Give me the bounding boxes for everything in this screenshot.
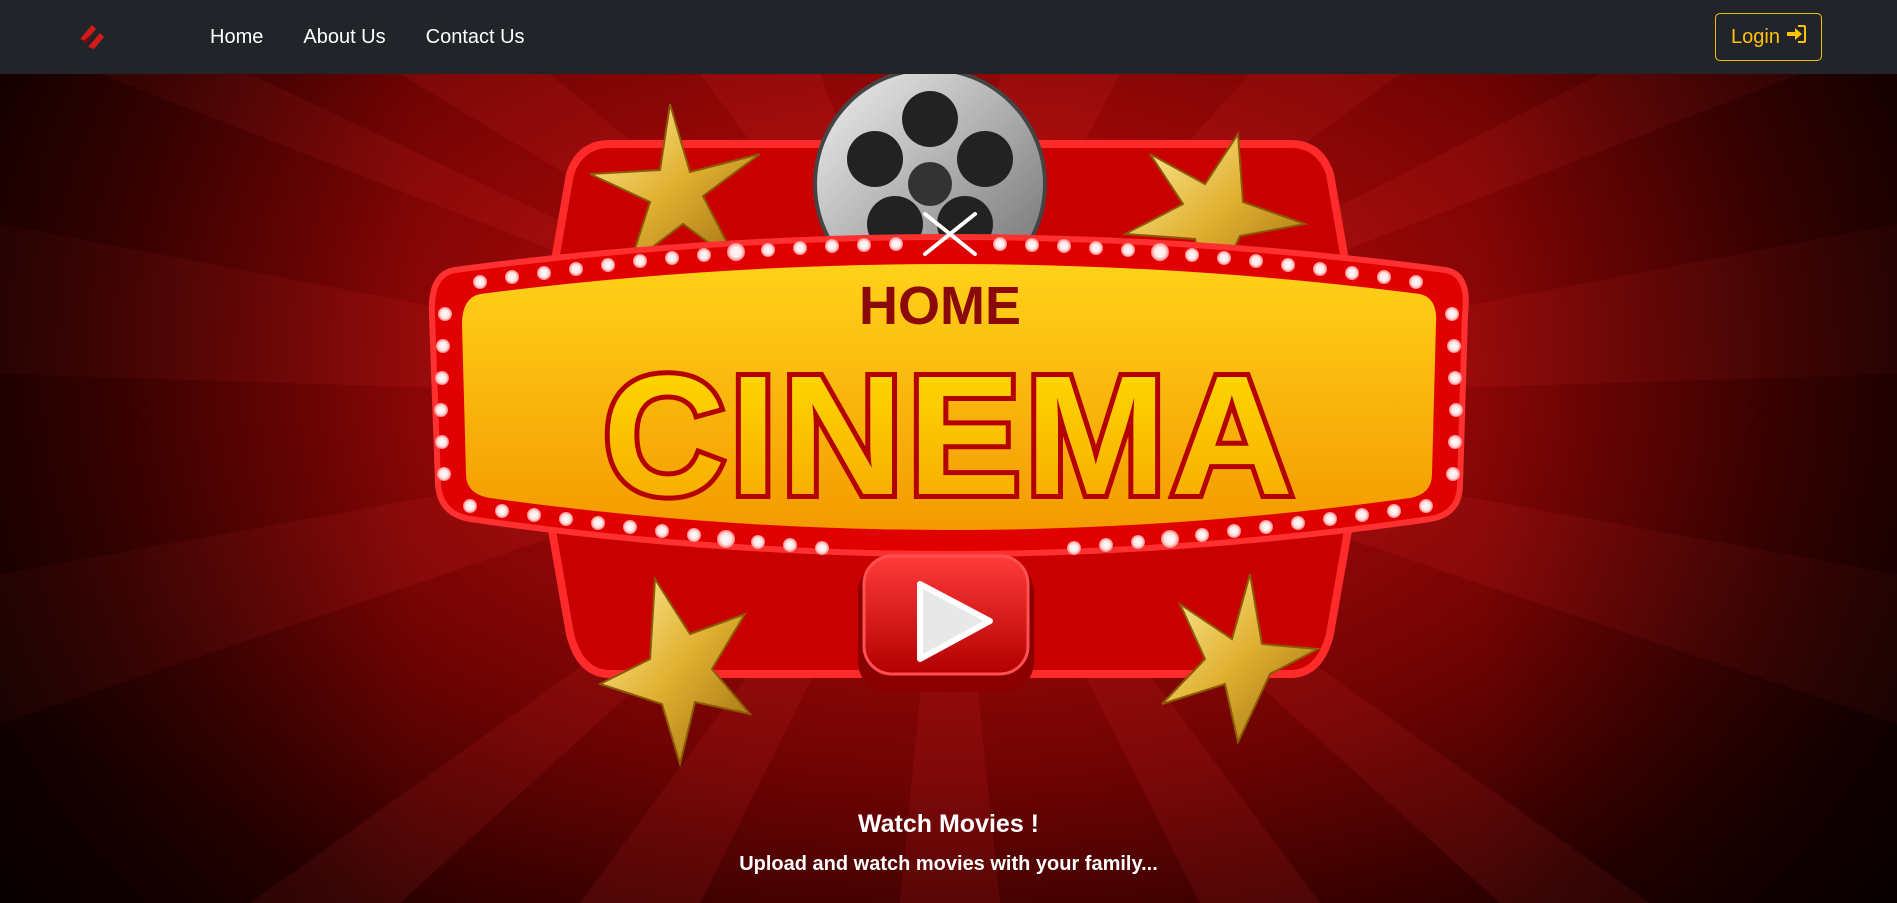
nav-link-contact-us[interactable]: Contact Us: [426, 26, 525, 49]
navbar: Home About Us Contact Us Login: [0, 0, 1897, 74]
caption-text: Upload and watch movies with your family…: [739, 853, 1158, 875]
sign-in-icon: [1786, 25, 1806, 49]
nav-links: Home About Us Contact Us: [210, 0, 565, 74]
login-label: Login: [1731, 25, 1780, 48]
sign-main-word: CINEMA: [603, 341, 1298, 531]
carousel-caption: Watch Movies ! Upload and watch movies w…: [0, 810, 1897, 876]
chevron-left-icon: [131, 398, 150, 430]
sign-top-word: HOME: [859, 276, 1021, 336]
hero-carousel: HOME CINEMA Watch Movies ! Upload and wa…: [0, 74, 1897, 903]
carousel-prev-control[interactable]: [112, 384, 172, 444]
film-logo-icon[interactable]: [72, 17, 112, 57]
play-button-icon: [858, 554, 1034, 692]
chevron-right-icon: [1747, 398, 1766, 430]
nav-link-home[interactable]: Home: [210, 26, 263, 49]
nav-link-about-us[interactable]: About Us: [303, 26, 385, 49]
caption-title: Watch Movies !: [857, 810, 1040, 838]
home-cinema-marquee-image: HOME CINEMA: [428, 74, 1469, 768]
login-button[interactable]: Login: [1715, 13, 1822, 61]
carousel-next-control[interactable]: [1725, 384, 1785, 444]
